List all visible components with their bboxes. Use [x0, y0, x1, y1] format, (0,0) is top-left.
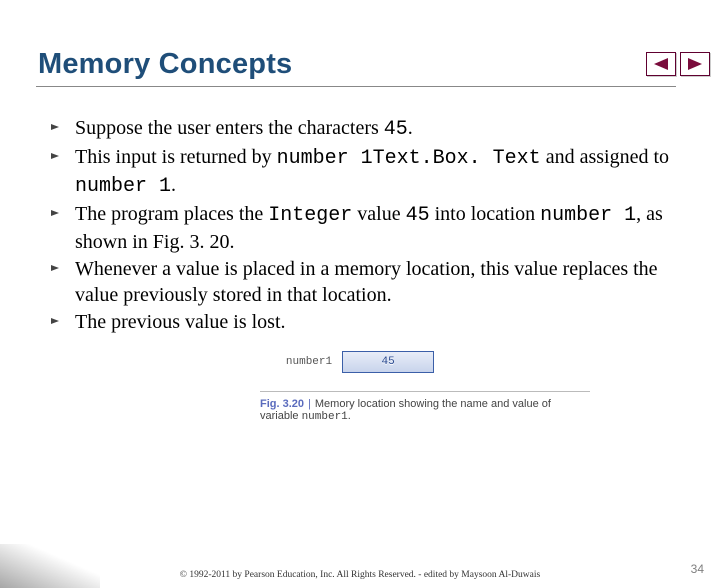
memory-cell-name: number1: [286, 356, 332, 368]
prev-arrow-icon: [654, 58, 668, 70]
bullet-list: Suppose the user enters the characters 4…: [55, 115, 684, 335]
text: and assigned to: [541, 146, 669, 168]
code: 45: [406, 204, 430, 227]
memory-cell: number1 45: [286, 351, 434, 373]
text: The program places the: [75, 203, 268, 225]
prev-button[interactable]: [646, 52, 676, 76]
code: number 1: [75, 175, 171, 198]
slide-title: Memory Concepts: [38, 48, 720, 81]
next-button[interactable]: [680, 52, 710, 76]
caption-code: number1: [302, 411, 348, 423]
figure-label: Fig. 3.20: [260, 398, 304, 410]
text: The previous value is lost.: [75, 311, 286, 333]
memory-cell-box: 45: [342, 351, 434, 373]
text: into location: [430, 203, 541, 225]
page-number: 34: [691, 562, 704, 576]
text: Suppose the user enters the characters: [75, 117, 384, 139]
text: This input is returned by: [75, 146, 277, 168]
figure-caption: Fig. 3.20|Memory location showing the na…: [260, 391, 590, 423]
corner-shadow: [0, 544, 100, 588]
code: number 1: [540, 204, 636, 227]
next-arrow-icon: [688, 58, 702, 70]
code: 45: [384, 118, 408, 141]
list-item: Suppose the user enters the characters 4…: [55, 115, 684, 143]
separator-icon: |: [308, 398, 311, 410]
text: .: [171, 174, 176, 196]
title-divider: [36, 86, 676, 87]
list-item: This input is returned by number 1Text.B…: [55, 144, 684, 200]
text: Whenever a value is placed in a memory l…: [75, 258, 658, 306]
figure: number1 45 Fig. 3.20|Memory location sho…: [140, 351, 580, 423]
list-item: The previous value is lost.: [55, 309, 684, 335]
list-item: Whenever a value is placed in a memory l…: [55, 256, 684, 308]
list-item: The program places the Integer value 45 …: [55, 201, 684, 255]
text: .: [408, 117, 413, 139]
caption-text: .: [348, 410, 351, 422]
code: Integer: [268, 204, 352, 227]
copyright-footer: © 1992-2011 by Pearson Education, Inc. A…: [0, 570, 720, 580]
nav-controls: [646, 52, 710, 76]
text: value: [352, 203, 405, 225]
code: number 1Text.Box. Text: [277, 147, 541, 170]
